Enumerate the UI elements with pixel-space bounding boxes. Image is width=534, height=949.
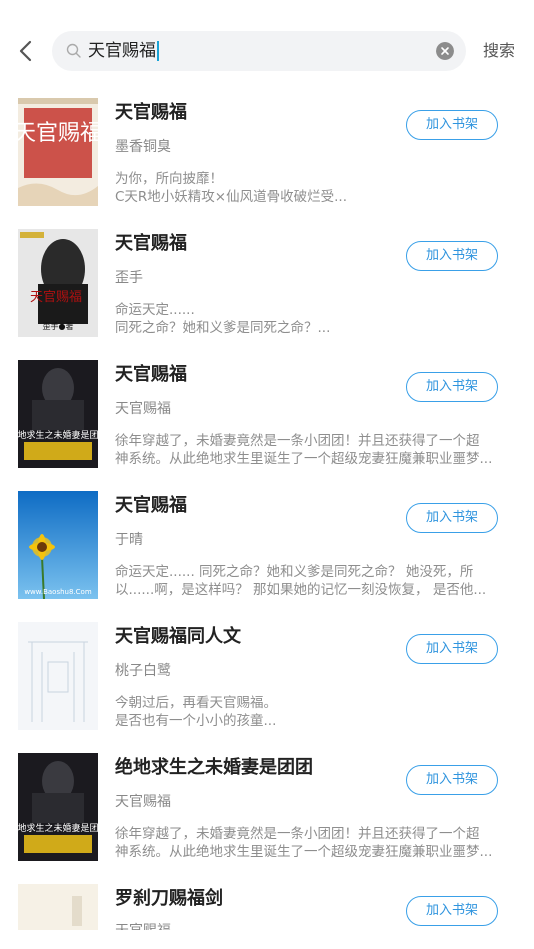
search-input[interactable]: 天官赐福 (88, 31, 159, 71)
book-cover[interactable]: 天官赐福 歪手●著 (18, 229, 98, 337)
book-author: 歪手 (115, 270, 143, 286)
book-title[interactable]: 天官赐福 (115, 493, 187, 519)
cover-image: www.Baoshu8.Com (18, 491, 98, 599)
book-title[interactable]: 罗刹刀赐福剑 (115, 886, 223, 912)
add-to-shelf-button[interactable]: 加入书架 (406, 110, 498, 140)
book-description: 为你，所向披靡！ C天R地小妖精攻×仙风道骨收破烂受... (115, 170, 520, 206)
description-line: 徐年穿越了，未婚妻竟然是一条小团团！并且还获得了一个超 (115, 826, 480, 842)
text-caret (157, 41, 159, 61)
cover-image (18, 884, 98, 930)
book-cover[interactable]: www.Baoshu8.Com (18, 491, 98, 599)
cover-title-text: 天官赐福 (30, 289, 82, 305)
cover-image: 绝地求生之未婚妻是团团 (18, 753, 98, 861)
book-title[interactable]: 天官赐福 (115, 362, 187, 388)
book-description: 今朝过后，再看天官赐福。 是否也有一个小小的孩童... (115, 694, 520, 730)
add-to-shelf-button[interactable]: 加入书架 (406, 896, 498, 926)
description-line: 徐年穿越了，未婚妻竟然是一条小团团！并且还获得了一个超 (115, 433, 480, 449)
cover-title-text: 天官赐福 (18, 121, 98, 146)
book-description: 徐年穿越了，未婚妻竟然是一条小团团！并且还获得了一个超 神系统。从此绝地求生里诞… (115, 825, 520, 861)
book-cover[interactable] (18, 884, 98, 930)
add-to-shelf-button[interactable]: 加入书架 (406, 765, 498, 795)
book-author: 桃子白鹭 (115, 663, 171, 679)
description-line: 同死之命？她和义爹是同死之命？... (115, 320, 331, 336)
book-author: 天官赐福 (115, 920, 171, 930)
search-button[interactable]: 搜索 (483, 38, 515, 64)
book-item[interactable]: 天官赐福同人文 桃子白鹭 今朝过后，再看天官赐福。 是否也有一个小小的孩童...… (0, 622, 534, 742)
add-to-shelf-button[interactable]: 加入书架 (406, 372, 498, 402)
add-to-shelf-button[interactable]: 加入书架 (406, 503, 498, 533)
cover-image (18, 622, 98, 730)
search-query-text: 天官赐福 (88, 41, 156, 61)
book-author: 天官赐福 (115, 794, 171, 810)
book-author: 天官赐福 (115, 401, 171, 417)
book-description: 徐年穿越了，未婚妻竟然是一条小团团！并且还获得了一个超 神系统。从此绝地求生里诞… (115, 432, 520, 468)
clear-search-icon[interactable] (436, 42, 454, 60)
back-arrow-icon[interactable] (14, 38, 40, 64)
description-line: 以......啊，是这样吗？ 那如果她的记忆一刻没恢复， 是否他... (115, 582, 487, 598)
book-description: 命运天定...... 同死之命？她和义爹是同死之命？ 她没死，所 以......… (115, 563, 520, 599)
description-line: C天R地小妖精攻×仙风道骨收破烂受... (115, 189, 347, 205)
book-title[interactable]: 天官赐福 (115, 100, 187, 126)
book-title[interactable]: 天官赐福同人文 (115, 624, 241, 650)
cover-image: 绝地求生之未婚妻是团团 (18, 360, 98, 468)
book-item[interactable]: 绝地求生之未婚妻是团团 天官赐福 天官赐福 徐年穿越了，未婚妻竟然是一条小团团！… (0, 360, 534, 480)
add-to-shelf-button[interactable]: 加入书架 (406, 634, 498, 664)
book-cover[interactable]: 绝地求生之未婚妻是团团 (18, 360, 98, 468)
book-item[interactable]: 罗刹刀赐福剑 天官赐福 加入书架 (0, 884, 534, 930)
book-cover[interactable]: 天官赐福 (18, 98, 98, 206)
cover-author-badge: 歪手●著 (43, 321, 74, 331)
description-line: 今朝过后，再看天官赐福。 (115, 695, 277, 711)
cover-image: 天官赐福 歪手●著 (18, 229, 98, 337)
search-box[interactable]: 天官赐福 (52, 31, 466, 71)
description-line: 神系统。从此绝地求生里诞生了一个超级宠妻狂魔兼职业噩梦... (115, 451, 493, 467)
cover-watermark-text: www.Baoshu8.Com (24, 588, 92, 596)
book-author: 于晴 (115, 532, 143, 548)
description-line: 为你，所向披靡！ (115, 171, 223, 187)
cover-title-text: 绝地求生之未婚妻是团团 (18, 822, 98, 834)
book-author: 墨香铜臭 (115, 139, 171, 155)
description-line: 命运天定...... 同死之命？她和义爹是同死之命？ 她没死，所 (115, 564, 474, 580)
book-cover[interactable] (18, 622, 98, 730)
book-item[interactable]: 天官赐福 天官赐福 墨香铜臭 为你，所向披靡！ C天R地小妖精攻×仙风道骨收破烂… (0, 98, 534, 218)
description-line: 是否也有一个小小的孩童... (115, 713, 277, 729)
add-to-shelf-button[interactable]: 加入书架 (406, 241, 498, 271)
book-item[interactable]: www.Baoshu8.Com 天官赐福 于晴 命运天定...... 同死之命？… (0, 491, 534, 611)
book-title[interactable]: 绝地求生之未婚妻是团团 (115, 755, 313, 781)
cover-title-text: 绝地求生之未婚妻是团团 (18, 429, 98, 441)
book-title[interactable]: 天官赐福 (115, 231, 187, 257)
search-icon (66, 43, 81, 58)
cover-image: 天官赐福 (18, 98, 98, 206)
description-line: 神系统。从此绝地求生里诞生了一个超级宠妻狂魔兼职业噩梦... (115, 844, 493, 860)
description-line: 命运天定...... (115, 302, 195, 318)
book-cover[interactable]: 绝地求生之未婚妻是团团 (18, 753, 98, 861)
book-item[interactable]: 天官赐福 歪手●著 天官赐福 歪手 命运天定...... 同死之命？她和义爹是同… (0, 229, 534, 349)
book-description: 命运天定...... 同死之命？她和义爹是同死之命？... (115, 301, 520, 337)
book-item[interactable]: 绝地求生之未婚妻是团团 绝地求生之未婚妻是团团 天官赐福 徐年穿越了，未婚妻竟然… (0, 753, 534, 873)
top-bar: 天官赐福 搜索 (0, 0, 534, 100)
